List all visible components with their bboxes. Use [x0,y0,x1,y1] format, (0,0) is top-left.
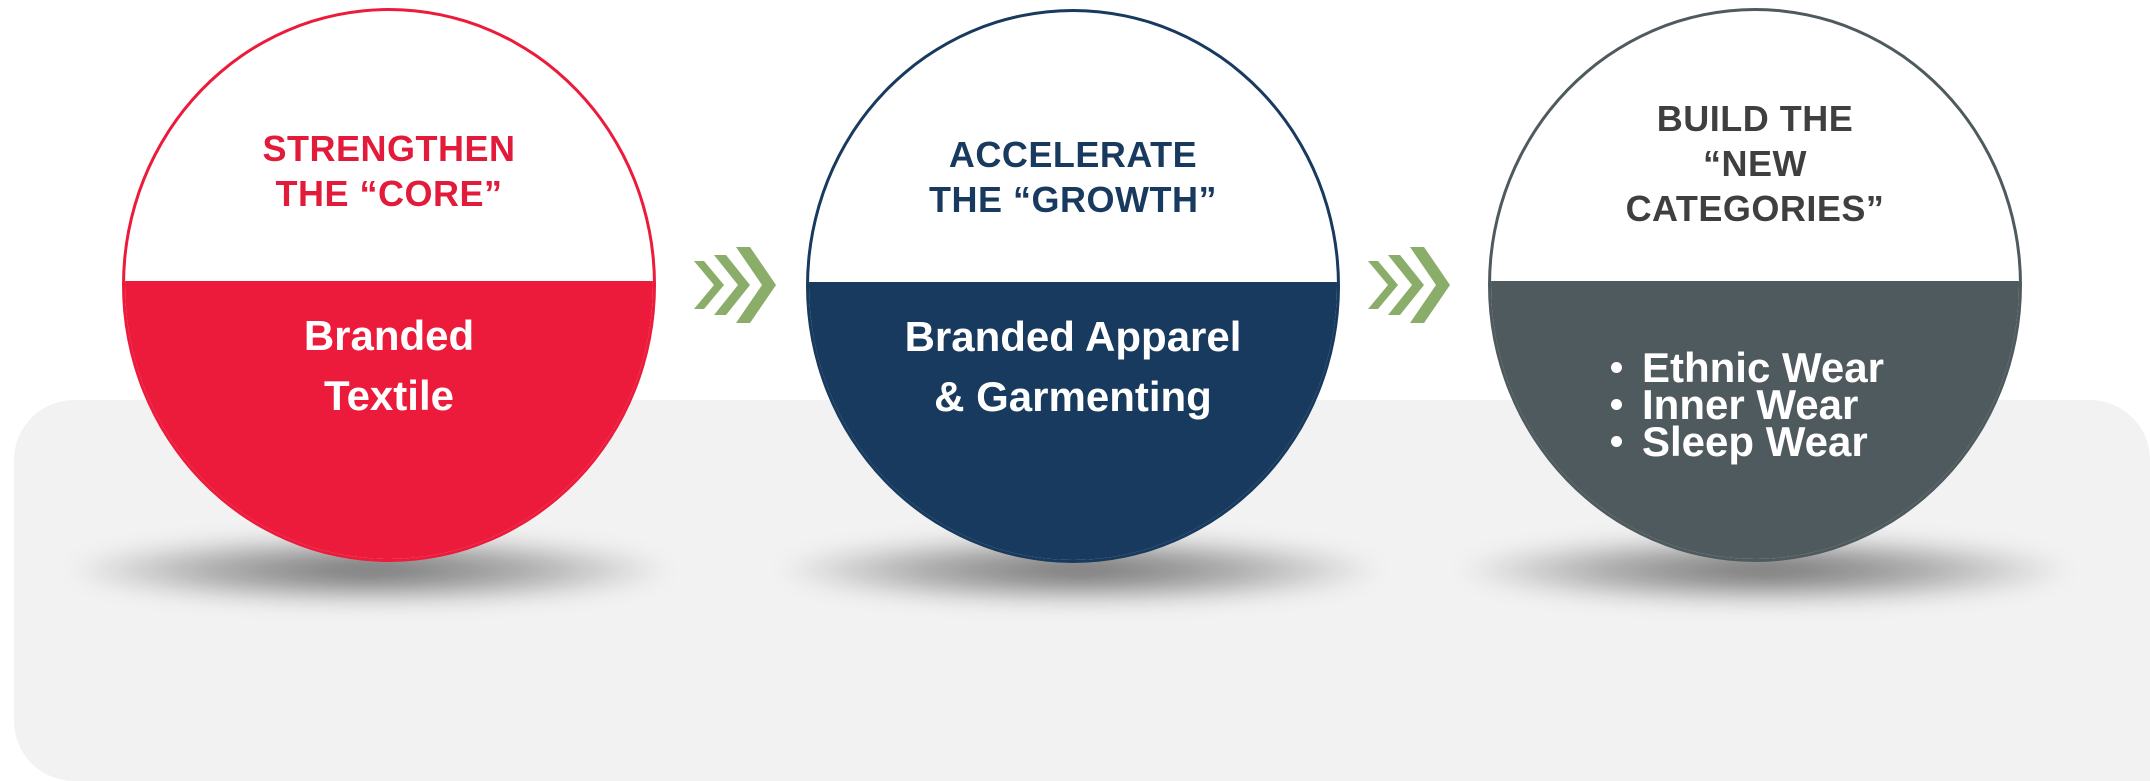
stage-body-fill: Branded Apparel & Garmenting [809,282,1337,560]
stage-heading-line: THE “GROWTH” [929,179,1217,220]
bullet-icon [1611,399,1622,410]
stage-heading-line: “NEW [1703,143,1807,184]
stage-body: Branded Apparel & Garmenting [809,307,1337,427]
category-label: Sleep Wear [1642,418,1868,465]
bullet-icon [1611,362,1622,373]
stage-heading-line: ACCELERATE [948,134,1198,175]
stage-heading: STRENGTHEN THE “CORE” [125,126,653,216]
chevron-triple-right-icon [694,247,776,323]
stage-heading: ACCELERATE THE “GROWTH” [809,132,1337,222]
stage-heading-line: STRENGTHEN [262,128,516,169]
stage-body: Branded Textile [125,306,653,426]
stage-body-line: & Garmenting [934,373,1212,420]
list-item: Sleep Wear [1611,418,1884,465]
stage-heading-line: BUILD THE [1656,98,1854,139]
stage-body-fill: Branded Textile [125,281,653,559]
category-list: Ethnic Wear Inner Wear Sleep Wear [1611,347,1884,465]
bullet-icon [1611,436,1622,447]
stage-heading-line: CATEGORIES” [1625,188,1885,229]
stage-heading-line: THE “CORE” [275,173,503,214]
stage-body-line: Branded Apparel [904,313,1242,360]
stage-circle-core: STRENGTHEN THE “CORE” Branded Textile [122,8,656,562]
stage-circle-growth: ACCELERATE THE “GROWTH” Branded Apparel … [806,9,1340,563]
stage-body-line: Branded [303,312,475,359]
stage-body-line: Textile [324,372,454,419]
stage-circle-new-categories: BUILD THE “NEW CATEGORIES” Ethnic Wear I… [1488,8,2022,562]
chevron-triple-right-icon [1368,247,1450,323]
stage-heading: BUILD THE “NEW CATEGORIES” [1491,96,2019,231]
